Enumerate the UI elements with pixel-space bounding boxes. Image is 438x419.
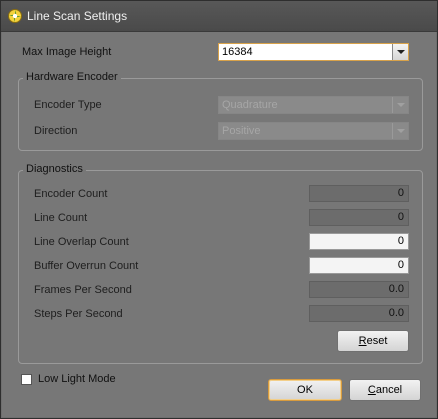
dialog-body: Max Image Height 16384 Hardware Encoder … (2, 32, 436, 417)
chevron-down-icon (397, 50, 405, 54)
encoder-type-label: Encoder Type (34, 99, 102, 111)
cancel-button-rest: ancel (375, 384, 403, 396)
steps-per-second-value: 0.0 (309, 305, 409, 322)
max-image-height-label: Max Image Height (22, 46, 112, 58)
frames-per-second-label: Frames Per Second (34, 284, 132, 296)
diagnostics-group-title: Diagnostics (23, 163, 86, 175)
buffer-overrun-count-value: 0 (309, 257, 409, 274)
encoder-count-label: Encoder Count (34, 188, 108, 200)
encoder-type-dropdown-button[interactable] (392, 97, 408, 113)
cancel-button[interactable]: Cancel (349, 379, 421, 401)
max-image-height-combo[interactable]: 16384 (218, 43, 409, 61)
line-count-value: 0 (309, 209, 409, 226)
reset-button[interactable]: Reset (337, 330, 409, 352)
max-image-height-value: 16384 (222, 46, 253, 58)
chevron-down-icon (397, 103, 405, 107)
encoder-type-combo[interactable]: Quadrature (218, 96, 409, 114)
ok-button[interactable]: OK (268, 379, 342, 401)
max-image-height-dropdown-button[interactable] (392, 44, 408, 60)
encoder-type-value: Quadrature (222, 99, 278, 111)
encoder-count-value: 0 (309, 185, 409, 202)
direction-value: Positive (222, 125, 261, 137)
dialog-window: Line Scan Settings Max Image Height 1638… (0, 0, 438, 419)
buffer-overrun-count-label: Buffer Overrun Count (34, 260, 139, 272)
chevron-down-icon (397, 129, 405, 133)
app-icon (8, 9, 22, 23)
steps-per-second-label: Steps Per Second (34, 308, 123, 320)
direction-combo[interactable]: Positive (218, 122, 409, 140)
line-overlap-count-label: Line Overlap Count (34, 236, 129, 248)
window-title: Line Scan Settings (27, 9, 128, 23)
low-light-mode-label[interactable]: Low Light Mode (38, 373, 116, 385)
reset-button-accel: R (358, 335, 367, 347)
frames-per-second-value: 0.0 (309, 281, 409, 298)
hardware-encoder-group-title: Hardware Encoder (23, 71, 121, 83)
cancel-button-accel: C (367, 384, 376, 396)
title-bar[interactable]: Line Scan Settings (1, 1, 437, 32)
direction-dropdown-button[interactable] (392, 123, 408, 139)
line-overlap-count-value: 0 (309, 233, 409, 250)
low-light-mode-checkbox[interactable] (21, 374, 32, 385)
hardware-encoder-group (18, 78, 423, 151)
direction-label: Direction (34, 125, 78, 137)
line-count-label: Line Count (34, 212, 88, 224)
reset-button-rest: eset (366, 335, 388, 347)
